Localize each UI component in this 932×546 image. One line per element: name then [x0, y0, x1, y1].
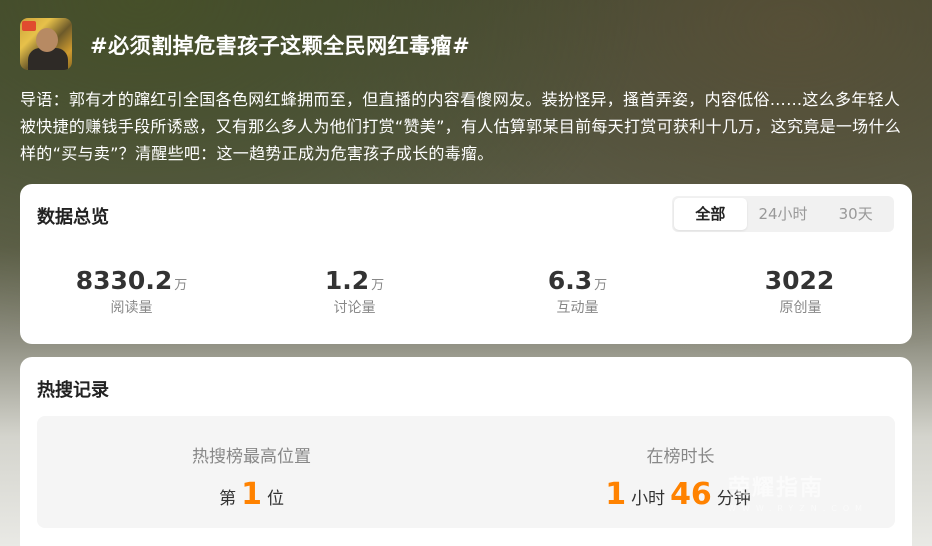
topic-avatar[interactable]	[20, 18, 72, 70]
stats-row: 8330.2 万 阅读量 1.2 万 讨论量 6.3 万 互动量 3022 原创量	[20, 266, 912, 317]
stat-originals-value: 3022	[764, 266, 835, 295]
stat-interactions: 6.3 万 互动量	[466, 266, 689, 317]
peak-rank-suffix: 位	[266, 489, 284, 509]
duration-minutes-unit: 分钟	[716, 489, 751, 509]
hot-search-card: 热搜记录 热搜榜最高位置 第1位 在榜时长 1 小时 46 分钟	[20, 357, 912, 546]
topic-intro: 导语：郭有才的蹿红引全国各色网红蜂拥而至，但直播的内容看傻网友。装扮怪异，搔首弄…	[20, 90, 902, 163]
tab-all[interactable]: 全部	[674, 198, 747, 230]
duration-label: 在榜时长	[646, 447, 715, 467]
stat-interactions-label: 互动量	[556, 300, 599, 316]
duration-hours-value: 1	[605, 477, 627, 512]
stat-reads-value: 8330.2	[75, 266, 173, 295]
peak-rank-label: 热搜榜最高位置	[192, 447, 311, 467]
stat-discussions-label: 讨论量	[333, 300, 376, 316]
stat-reads-label: 阅读量	[110, 300, 153, 316]
peak-rank-value: 1	[241, 477, 262, 512]
data-overview-card: 数据总览 全部 24小时 30天 8330.2 万 阅读量 1.2 万 讨论量 6.…	[20, 184, 912, 344]
peak-rank-prefix: 第	[219, 489, 237, 509]
stat-interactions-value: 6.3	[547, 266, 593, 295]
stat-originals: 3022 原创量	[689, 266, 912, 317]
stat-discussions: 1.2 万 讨论量	[243, 266, 466, 317]
duration-minutes-value: 46	[670, 477, 712, 512]
hot-search-panel: 热搜榜最高位置 第1位 在榜时长 1 小时 46 分钟	[37, 416, 895, 528]
on-list-duration: 在榜时长 1 小时 46 分钟	[466, 416, 895, 528]
tab-30d[interactable]: 30天	[819, 198, 892, 230]
stat-discussions-value: 1.2	[324, 266, 370, 295]
tab-24h[interactable]: 24小时	[747, 198, 820, 230]
topic-header: #必须割掉危害孩子这颗全民网红毒瘤#	[20, 18, 910, 70]
peak-rank: 热搜榜最高位置 第1位	[37, 416, 466, 528]
stat-interactions-unit: 万	[594, 278, 608, 293]
stat-originals-label: 原创量	[779, 300, 822, 316]
stat-discussions-unit: 万	[371, 278, 385, 293]
stat-reads: 8330.2 万 阅读量	[20, 266, 243, 317]
data-overview-title: 数据总览	[37, 207, 109, 228]
topic-title: #必须割掉危害孩子这颗全民网红毒瘤#	[90, 34, 471, 58]
time-range-tabs: 全部 24小时 30天	[672, 196, 894, 232]
hot-search-title: 热搜记录	[37, 380, 109, 401]
duration-hours-unit: 小时	[631, 489, 666, 509]
stat-reads-unit: 万	[174, 278, 188, 293]
